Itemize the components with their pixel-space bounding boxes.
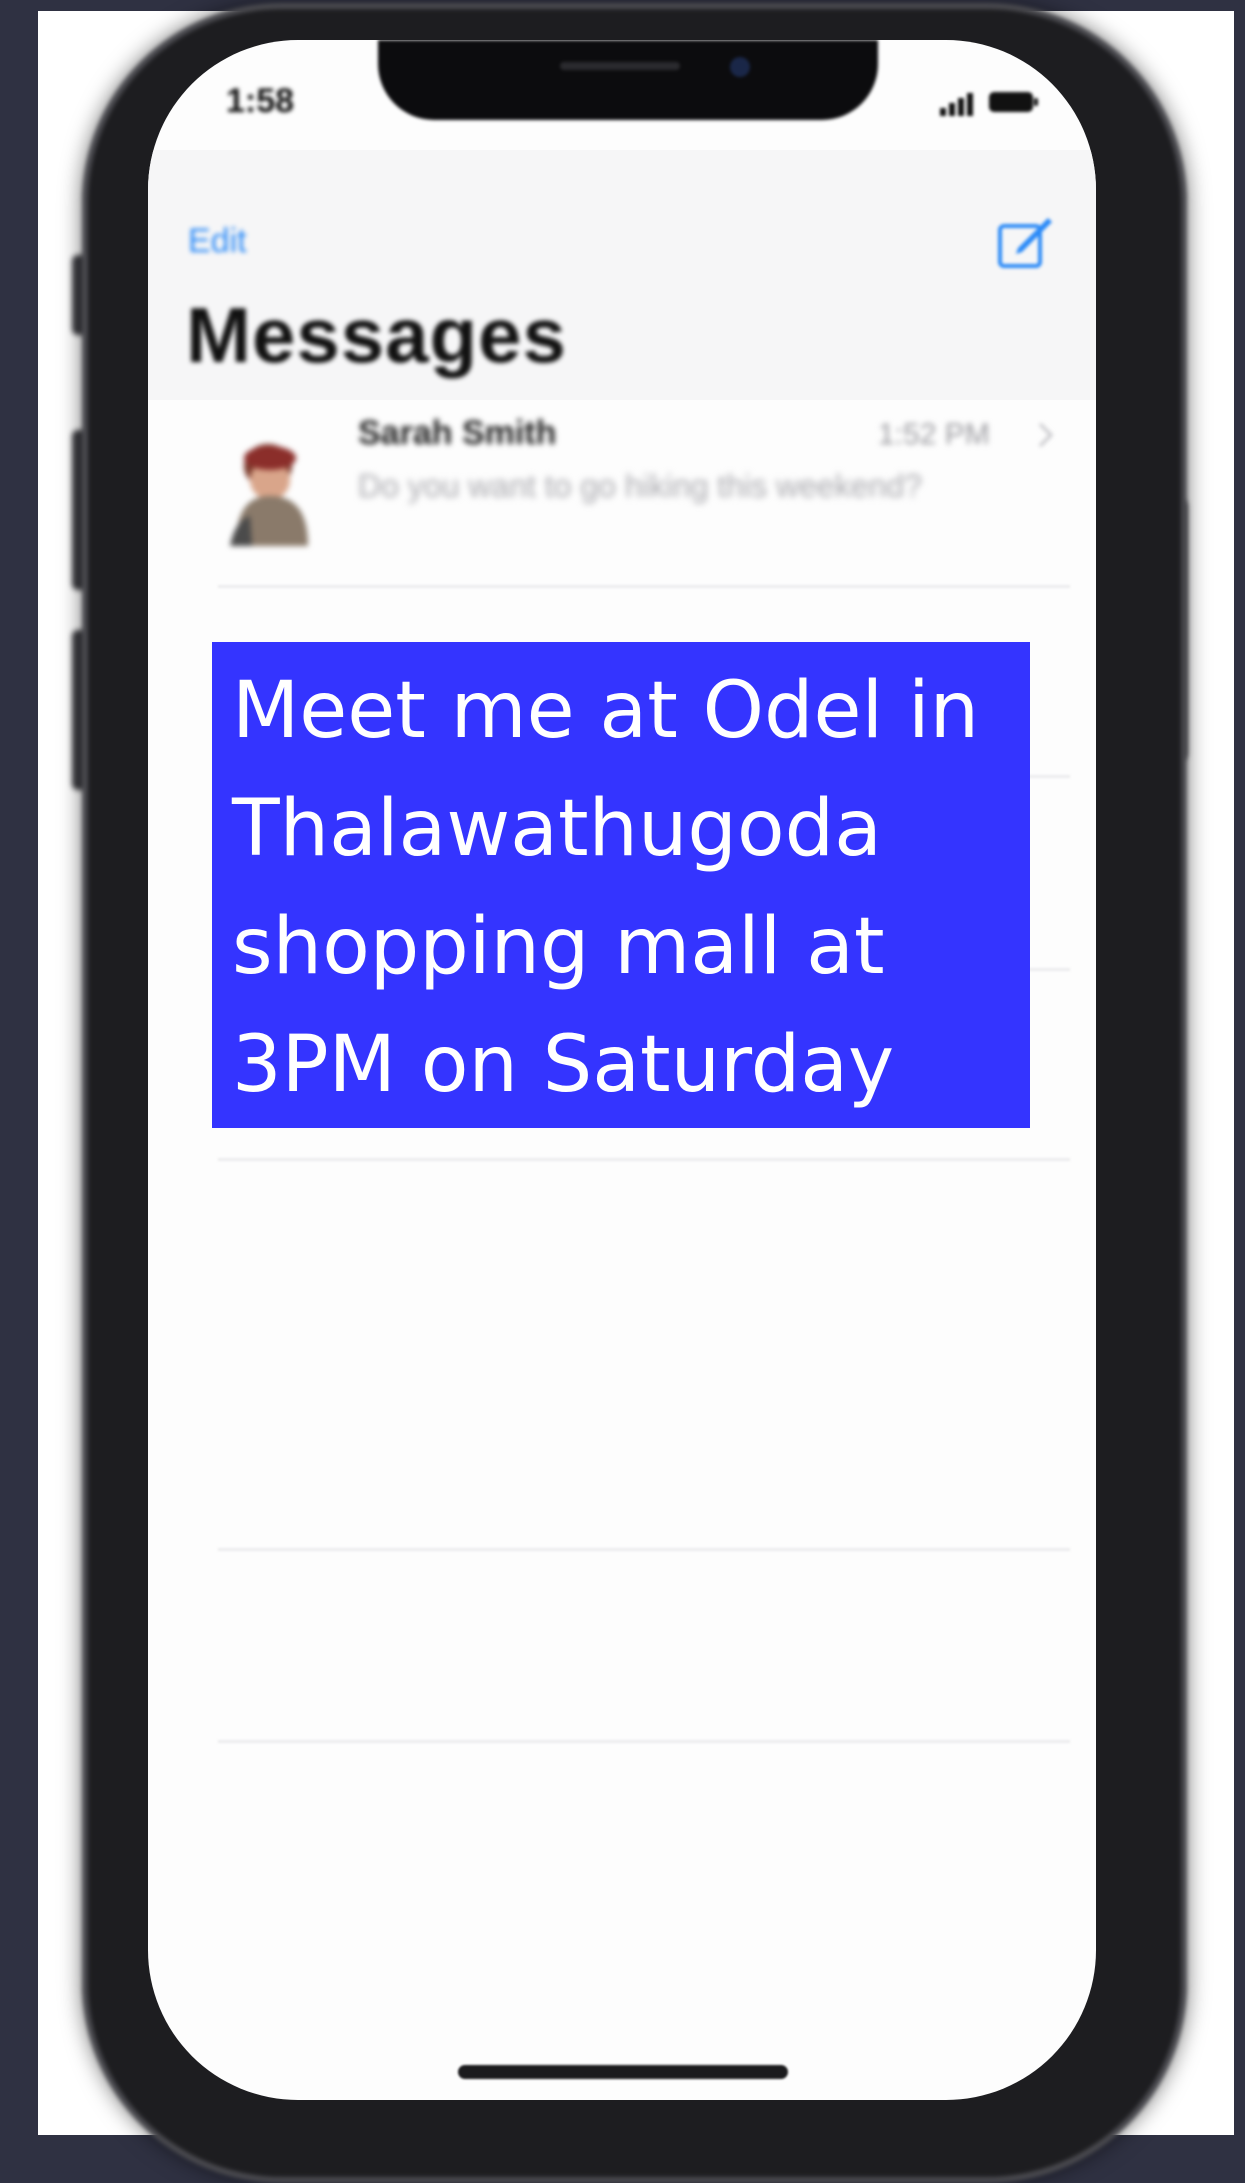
- overlay-line: shopping mall at: [232, 902, 885, 992]
- row-divider: [218, 1158, 1070, 1161]
- message-preview: Do you want to go hiking this weekend?: [358, 468, 922, 504]
- conversation-row[interactable]: Sarah Smith 1:52 PM Do you want to go hi…: [148, 400, 1096, 580]
- battery-icon: [989, 92, 1038, 112]
- overlay-text: Meet me at Odel in Thalawathugoda shoppi…: [232, 652, 1030, 1124]
- row-divider: [218, 1740, 1070, 1743]
- signal-icon: [940, 93, 973, 116]
- row-divider: [218, 1548, 1070, 1551]
- notch: [378, 40, 878, 120]
- front-camera: [730, 57, 750, 77]
- status-time: 1:58: [226, 82, 295, 120]
- contact-name: Sarah Smith: [358, 414, 557, 452]
- page-title: Messages: [186, 291, 567, 379]
- message-overlay-box: Meet me at Odel in Thalawathugoda shoppi…: [212, 642, 1030, 1128]
- chevron-right-icon: [1038, 422, 1054, 448]
- speaker-grille: [560, 62, 680, 70]
- message-time: 1:52 PM: [878, 418, 990, 451]
- navigation-bar: Edit Messages: [148, 150, 1096, 400]
- edit-button[interactable]: Edit: [188, 222, 247, 261]
- home-indicator[interactable]: [458, 2065, 788, 2079]
- avatar: [230, 444, 308, 546]
- row-divider: [218, 585, 1070, 588]
- overlay-line: 3PM on Saturday: [232, 1020, 895, 1110]
- compose-icon[interactable]: [996, 212, 1056, 270]
- overlay-line: Thalawathugoda: [232, 784, 882, 874]
- overlay-line: Meet me at Odel in: [232, 666, 980, 756]
